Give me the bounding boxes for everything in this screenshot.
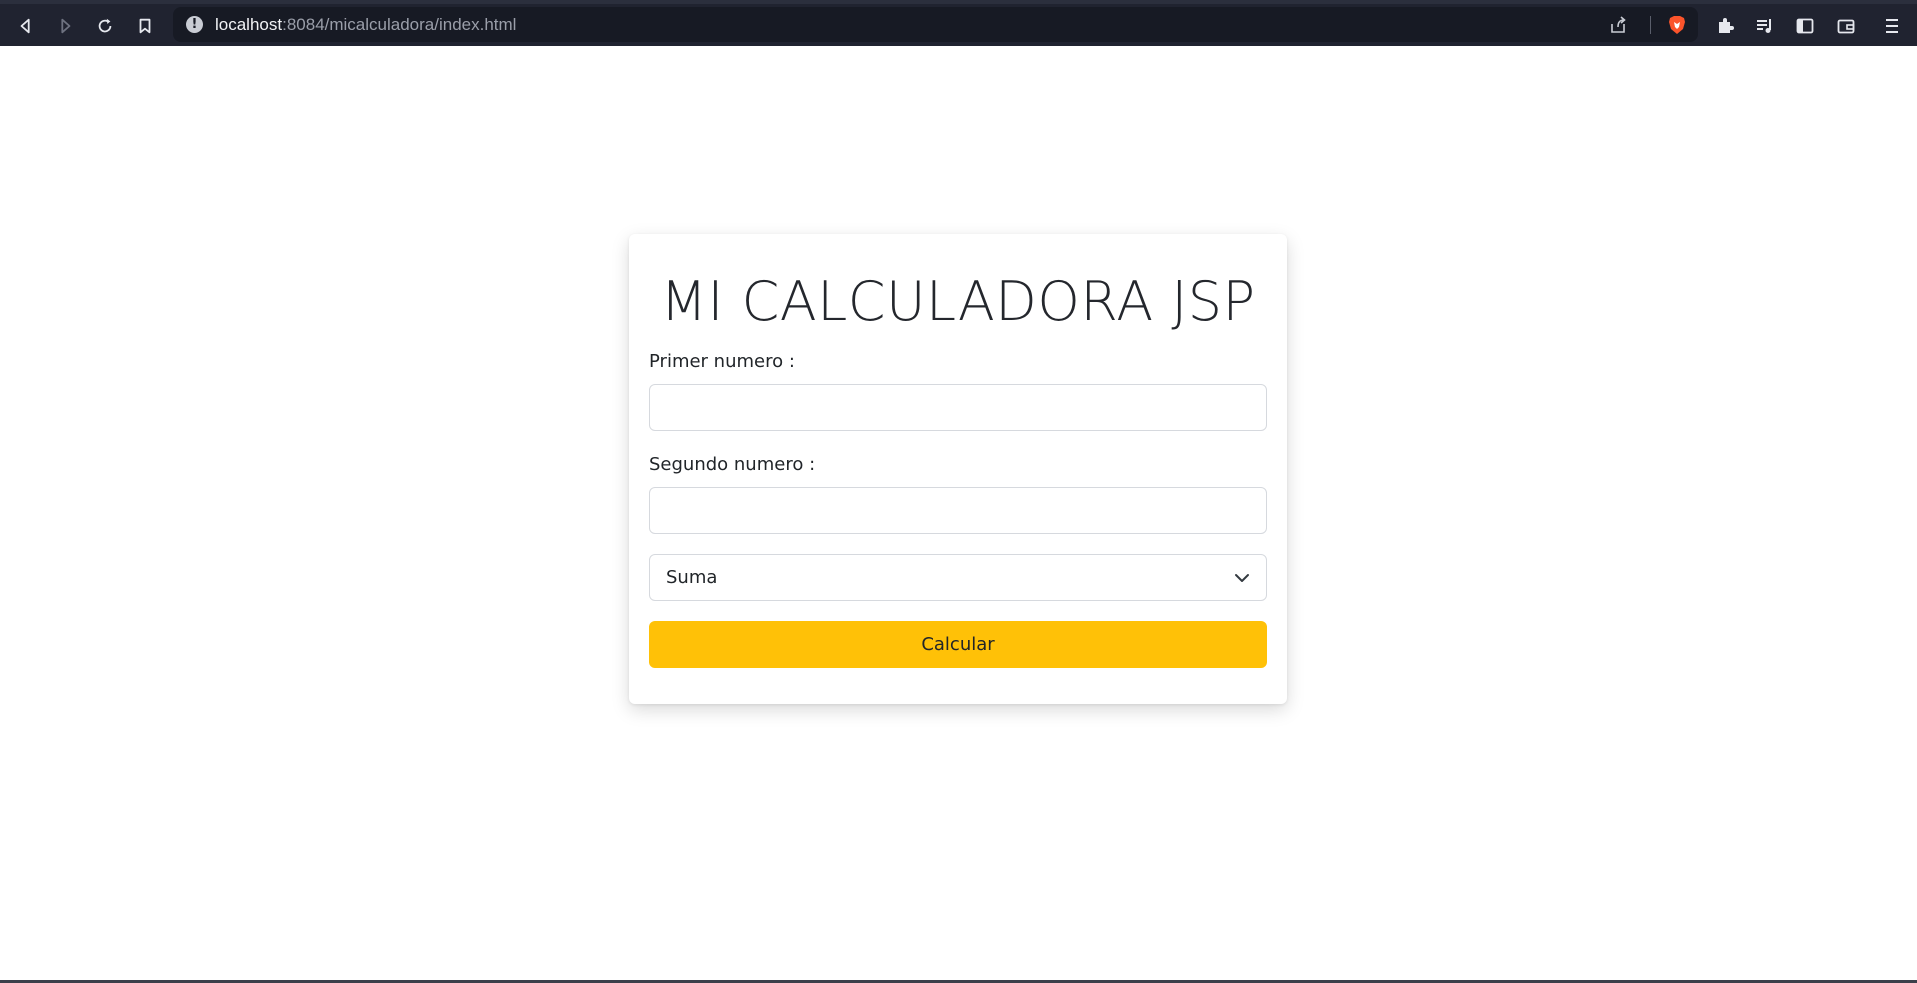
playlist-icon xyxy=(1757,19,1771,33)
second-number-input[interactable] xyxy=(649,487,1267,534)
back-arrow-icon xyxy=(20,18,30,34)
playlist-button[interactable] xyxy=(1753,14,1777,38)
url-text[interactable]: localhost:8084/micalculadora/index.html xyxy=(215,7,516,42)
first-number-label: Primer numero : xyxy=(649,351,795,372)
reload-icon xyxy=(98,18,112,33)
menu-icon xyxy=(1886,19,1898,33)
second-number-label: Segundo numero : xyxy=(649,454,816,475)
menu-button[interactable] xyxy=(1880,14,1904,38)
bookmark-icon xyxy=(139,18,151,34)
wallet-icon xyxy=(1837,19,1855,34)
sidebar-icon xyxy=(1796,18,1814,34)
brave-shields-icon[interactable] xyxy=(1666,14,1688,36)
url-host: localhost xyxy=(215,15,283,34)
sidebar-button[interactable] xyxy=(1793,14,1817,38)
share-icon[interactable] xyxy=(1608,15,1628,35)
url-path: :8084/micalculadora/index.html xyxy=(282,15,517,34)
forward-button[interactable] xyxy=(50,11,80,41)
extensions-button[interactable] xyxy=(1713,14,1737,38)
calculator-card: MI CALCULADORA JSP Primer numero : Segun… xyxy=(629,234,1287,704)
bookmark-button[interactable] xyxy=(130,11,160,41)
operation-select[interactable]: Suma xyxy=(649,554,1267,601)
operation-selected-value: Suma xyxy=(666,567,718,588)
calculate-button[interactable]: Calcular xyxy=(649,621,1267,668)
browser-toolbar: ! localhost:8084/micalculadora/index.htm… xyxy=(0,0,1917,46)
reload-button[interactable] xyxy=(90,11,120,41)
chevron-down-icon xyxy=(1235,574,1249,582)
first-number-input[interactable] xyxy=(649,384,1267,431)
address-bar[interactable]: ! localhost:8084/micalculadora/index.htm… xyxy=(173,7,1698,42)
puzzle-icon xyxy=(1719,18,1734,33)
back-button[interactable] xyxy=(11,11,41,41)
wallet-button[interactable] xyxy=(1834,14,1858,38)
page-title: MI CALCULADORA JSP xyxy=(660,270,1256,333)
info-icon[interactable]: ! xyxy=(186,16,203,33)
divider xyxy=(1650,16,1651,34)
forward-arrow-icon xyxy=(61,18,71,34)
